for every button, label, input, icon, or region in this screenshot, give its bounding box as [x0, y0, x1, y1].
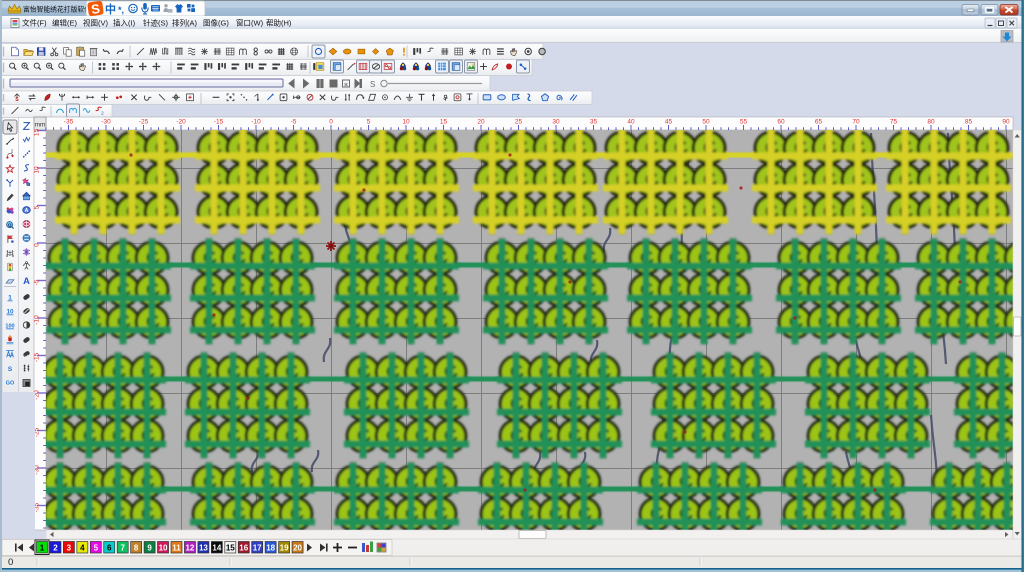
svg-text:-5: -5 — [291, 119, 297, 126]
svg-text:Q: Q — [8, 223, 12, 228]
svg-text:85: 85 — [965, 119, 973, 126]
svg-text:5: 5 — [367, 119, 371, 126]
svg-text:8: 8 — [134, 544, 139, 553]
svg-text:19: 19 — [280, 544, 289, 553]
svg-text:排列(A): 排列(A) — [172, 18, 197, 28]
svg-text:10: 10 — [159, 544, 168, 553]
svg-text:插入(I): 插入(I) — [113, 18, 136, 28]
svg-text:45: 45 — [665, 119, 673, 126]
svg-text:60: 60 — [777, 119, 785, 126]
svg-text:10: 10 — [402, 119, 410, 126]
svg-text:GO: GO — [6, 381, 15, 387]
svg-text:70: 70 — [852, 119, 860, 126]
svg-text:80: 80 — [927, 119, 935, 126]
svg-text:90: 90 — [1002, 119, 1010, 126]
svg-text:视图(V): 视图(V) — [83, 18, 108, 28]
svg-text:针迹(S): 针迹(S) — [143, 18, 168, 28]
svg-text:3: 3 — [67, 544, 72, 553]
svg-text:35: 35 — [590, 119, 598, 126]
svg-text:图像(G): 图像(G) — [203, 18, 229, 28]
svg-text:17: 17 — [253, 544, 262, 553]
svg-text:帮助(H): 帮助(H) — [266, 18, 292, 28]
svg-text:-25: -25 — [139, 119, 149, 126]
svg-text:0: 0 — [34, 243, 41, 247]
svg-text:mm: mm — [35, 122, 46, 129]
svg-text:20: 20 — [477, 119, 485, 126]
svg-text:20: 20 — [293, 544, 302, 553]
svg-text:25: 25 — [515, 119, 523, 126]
svg-text:文件(F): 文件(F) — [22, 18, 47, 28]
svg-text:65: 65 — [815, 119, 823, 126]
svg-text:A: A — [23, 276, 30, 286]
svg-text:10: 10 — [34, 166, 41, 174]
svg-text:S: S — [8, 366, 13, 373]
svg-text:-15: -15 — [214, 119, 224, 126]
svg-text:40: 40 — [627, 119, 635, 126]
svg-text:15: 15 — [34, 129, 41, 137]
svg-text:1: 1 — [40, 544, 45, 553]
svg-text:7: 7 — [120, 544, 125, 553]
svg-text:富怡智能绣花打版软件: 富怡智能绣花打版软件 — [23, 5, 91, 14]
svg-text:5: 5 — [94, 544, 99, 553]
svg-text:0: 0 — [8, 557, 13, 568]
svg-text:75: 75 — [890, 119, 898, 126]
svg-text:55: 55 — [740, 119, 748, 126]
svg-text:14: 14 — [212, 544, 221, 553]
svg-text:13: 13 — [199, 544, 208, 553]
svg-text:-5: -5 — [34, 279, 41, 285]
svg-text:6: 6 — [107, 544, 112, 553]
svg-text:11: 11 — [172, 544, 181, 553]
svg-text:-20: -20 — [176, 119, 186, 126]
svg-text:编辑(E): 编辑(E) — [52, 18, 77, 28]
svg-text:*,: *, — [118, 5, 124, 15]
svg-text:9: 9 — [147, 544, 152, 553]
svg-text:15: 15 — [226, 544, 235, 553]
svg-text:30: 30 — [552, 119, 560, 126]
svg-text:A: A — [25, 208, 29, 214]
svg-text:窗口(W): 窗口(W) — [236, 18, 264, 28]
svg-text:-35: -35 — [64, 119, 74, 126]
svg-text:12: 12 — [185, 544, 194, 553]
svg-text:-10: -10 — [34, 315, 41, 325]
svg-text:0: 0 — [329, 119, 333, 126]
svg-text:16: 16 — [239, 544, 248, 553]
svg-text:2: 2 — [101, 110, 104, 115]
svg-text:S: S — [15, 97, 19, 103]
svg-text:18: 18 — [266, 544, 275, 553]
svg-text:5: 5 — [34, 205, 41, 209]
svg-text:50: 50 — [702, 119, 710, 126]
svg-text:-30: -30 — [101, 119, 111, 126]
svg-text:15: 15 — [440, 119, 448, 126]
svg-text:S: S — [370, 80, 375, 89]
svg-text:-15: -15 — [34, 352, 41, 362]
svg-text:中: 中 — [105, 2, 116, 16]
svg-text:2: 2 — [53, 544, 58, 553]
svg-text:4: 4 — [80, 544, 85, 553]
svg-text:-10: -10 — [251, 119, 261, 126]
